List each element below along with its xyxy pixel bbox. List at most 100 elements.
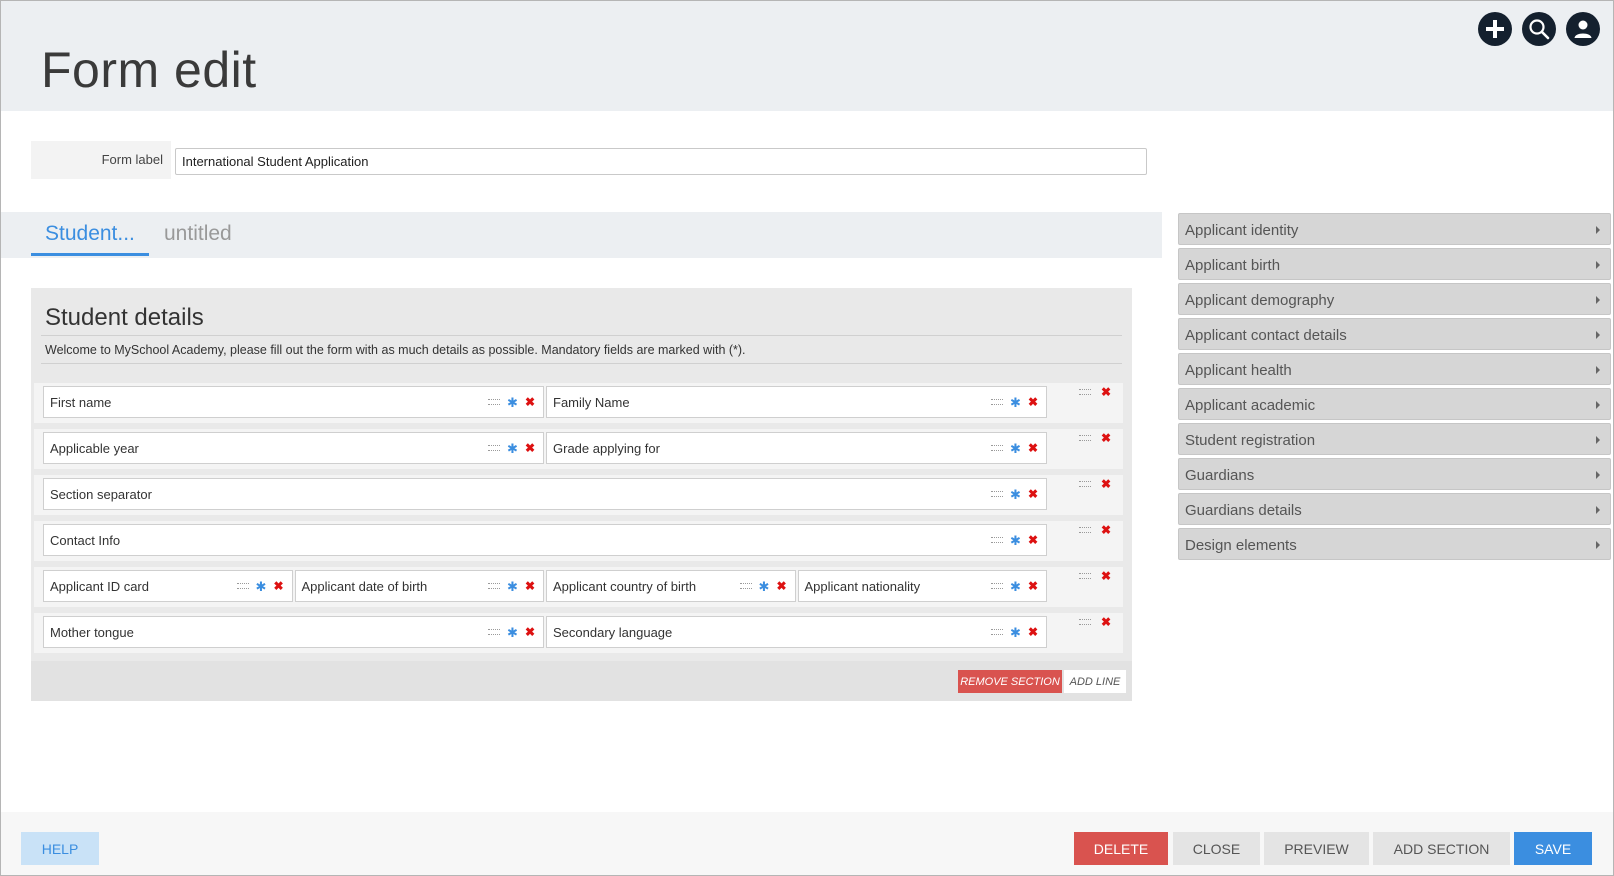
form-field[interactable]: First name ✱ ✖	[43, 386, 544, 418]
drag-handle-icon[interactable]	[991, 491, 1004, 497]
palette-item[interactable]: Applicant academic	[1178, 388, 1611, 420]
remove-field-icon[interactable]: ✖	[1028, 626, 1038, 638]
tab-student[interactable]: Student...	[31, 222, 149, 256]
remove-field-icon[interactable]: ✖	[1028, 442, 1038, 454]
gear-icon[interactable]: ✱	[507, 396, 518, 409]
remove-field-icon[interactable]: ✖	[525, 442, 535, 454]
drag-handle-icon[interactable]	[991, 445, 1004, 451]
close-button[interactable]: CLOSE	[1173, 832, 1260, 865]
line-controls: ✖	[1078, 386, 1111, 398]
form-field[interactable]: Section separator ✱ ✖	[43, 478, 1047, 510]
add-line-button[interactable]: ADD LINE	[1064, 670, 1126, 693]
gear-icon[interactable]: ✱	[507, 580, 518, 593]
palette-item[interactable]: Applicant contact details	[1178, 318, 1611, 350]
field-controls: ✱ ✖	[236, 571, 284, 601]
remove-section-button[interactable]: REMOVE SECTION	[958, 670, 1062, 693]
remove-field-icon[interactable]: ✖	[1028, 580, 1038, 592]
palette-item[interactable]: Design elements	[1178, 528, 1611, 560]
field-controls: ✱ ✖	[991, 387, 1038, 417]
gear-icon[interactable]: ✱	[759, 580, 770, 593]
page-title: Form edit	[41, 42, 257, 98]
line-drag-handle-icon[interactable]	[1078, 481, 1091, 487]
gear-icon[interactable]: ✱	[507, 442, 518, 455]
search-button[interactable]	[1522, 12, 1556, 46]
line-drag-handle-icon[interactable]	[1078, 435, 1091, 441]
remove-field-icon[interactable]: ✖	[1028, 396, 1038, 408]
form-field[interactable]: Grade applying for ✱ ✖	[546, 432, 1047, 464]
remove-line-icon[interactable]: ✖	[1101, 432, 1111, 444]
palette-item[interactable]: Applicant identity	[1178, 213, 1611, 245]
line-controls: ✖	[1078, 616, 1111, 628]
gear-icon[interactable]: ✱	[1010, 488, 1021, 501]
gear-icon[interactable]: ✱	[1010, 534, 1021, 547]
form-field[interactable]: Family Name ✱ ✖	[546, 386, 1047, 418]
field-label: Mother tongue	[50, 625, 134, 640]
form-field[interactable]: Mother tongue ✱ ✖	[43, 616, 544, 648]
field-label: Grade applying for	[553, 441, 660, 456]
remove-field-icon[interactable]: ✖	[776, 580, 786, 592]
user-button[interactable]	[1566, 12, 1600, 46]
drag-handle-icon[interactable]	[488, 445, 501, 451]
line-drag-handle-icon[interactable]	[1078, 389, 1091, 395]
line-drag-handle-icon[interactable]	[1078, 527, 1091, 533]
remove-field-icon[interactable]: ✖	[1028, 488, 1038, 500]
remove-line-icon[interactable]: ✖	[1101, 524, 1111, 536]
line-drag-handle-icon[interactable]	[1078, 573, 1091, 579]
drag-handle-icon[interactable]	[488, 629, 501, 635]
drag-handle-icon[interactable]	[236, 583, 249, 589]
form-field[interactable]: Applicant nationality ✱ ✖	[797, 570, 1047, 602]
remove-field-icon[interactable]: ✖	[273, 580, 283, 592]
divider	[41, 363, 1122, 364]
remove-field-icon[interactable]: ✖	[525, 580, 535, 592]
gear-icon[interactable]: ✱	[1010, 580, 1021, 593]
drag-handle-icon[interactable]	[991, 583, 1004, 589]
help-button[interactable]: HELP	[21, 832, 99, 865]
field-controls: ✱ ✖	[488, 571, 535, 601]
field-palette: Applicant identity Applicant birth Applica…	[1178, 213, 1611, 563]
remove-field-icon[interactable]: ✖	[1028, 534, 1038, 546]
form-field[interactable]: Contact Info ✱ ✖	[43, 524, 1047, 556]
add-section-button[interactable]: ADD SECTION	[1373, 832, 1510, 865]
form-field[interactable]: Applicable year ✱ ✖	[43, 432, 544, 464]
palette-item-label: Applicant academic	[1185, 397, 1316, 414]
remove-line-icon[interactable]: ✖	[1101, 616, 1111, 628]
palette-item[interactable]: Guardians details	[1178, 493, 1611, 525]
gear-icon[interactable]: ✱	[256, 580, 267, 593]
delete-button[interactable]: DELETE	[1074, 832, 1168, 865]
palette-item[interactable]: Applicant health	[1178, 353, 1611, 385]
gear-icon[interactable]: ✱	[507, 626, 518, 639]
palette-item[interactable]: Applicant demography	[1178, 283, 1611, 315]
form-field[interactable]: Applicant date of birth ✱ ✖	[294, 570, 544, 602]
drag-handle-icon[interactable]	[991, 537, 1004, 543]
palette-item-label: Guardians details	[1185, 502, 1302, 519]
remove-line-icon[interactable]: ✖	[1101, 570, 1111, 582]
gear-icon[interactable]: ✱	[1010, 626, 1021, 639]
palette-item[interactable]: Student registration	[1178, 423, 1611, 455]
drag-handle-icon[interactable]	[739, 583, 752, 589]
gear-icon[interactable]: ✱	[1010, 396, 1021, 409]
drag-handle-icon[interactable]	[991, 629, 1004, 635]
form-field[interactable]: Applicant ID card ✱ ✖	[43, 570, 293, 602]
field-label: Section separator	[50, 487, 152, 502]
remove-line-icon[interactable]: ✖	[1101, 478, 1111, 490]
form-field[interactable]: Secondary language ✱ ✖	[546, 616, 1047, 648]
add-button[interactable]	[1478, 12, 1512, 46]
line-drag-handle-icon[interactable]	[1078, 619, 1091, 625]
remove-field-icon[interactable]: ✖	[525, 626, 535, 638]
palette-item-label: Guardians	[1185, 467, 1255, 484]
remove-line-icon[interactable]: ✖	[1101, 386, 1111, 398]
drag-handle-icon[interactable]	[991, 399, 1004, 405]
form-field[interactable]: Applicant country of birth ✱ ✖	[546, 570, 796, 602]
preview-button[interactable]: PREVIEW	[1264, 832, 1369, 865]
gear-icon[interactable]: ✱	[1010, 442, 1021, 455]
drag-handle-icon[interactable]	[488, 583, 501, 589]
save-button[interactable]: SAVE	[1514, 832, 1592, 865]
palette-item[interactable]: Applicant birth	[1178, 248, 1611, 280]
tab-untitled[interactable]: untitled	[150, 222, 246, 253]
section-line: Applicable year ✱ ✖ Grade applying for ✱ ✖ ✖	[34, 429, 1123, 469]
drag-handle-icon[interactable]	[488, 399, 501, 405]
palette-item[interactable]: Guardians	[1178, 458, 1611, 490]
remove-field-icon[interactable]: ✖	[525, 396, 535, 408]
form-label-input[interactable]	[175, 148, 1147, 175]
line-controls: ✖	[1078, 432, 1111, 444]
